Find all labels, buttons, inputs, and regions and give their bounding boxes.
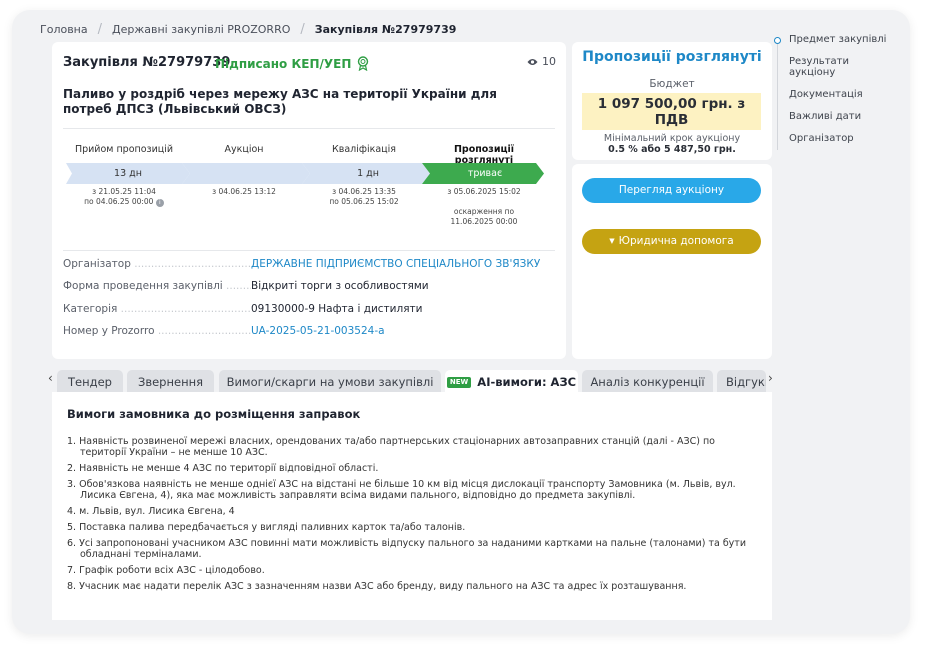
requirements-list: 1. Наявність розвиненої мережі власних, … xyxy=(67,436,757,597)
seal-icon xyxy=(358,56,369,71)
min-step-label: Мінімальний крок аукціону xyxy=(603,133,741,144)
breadcrumb-prozorro[interactable]: Державні закупівлі PROZORRO xyxy=(112,23,290,36)
stage-date: з 04.06.25 13:12 xyxy=(212,187,276,196)
info-label: Номер у Prozorro xyxy=(63,325,251,337)
list-item: 5. Поставка палива передбачається у вигл… xyxy=(67,522,466,533)
organizer-link[interactable]: ДЕРЖАВНЕ ПІДПРИЄМСТВО СПЕЦІАЛЬНОГО ЗВ'ЯЗ… xyxy=(251,258,540,270)
legal-help-button[interactable]: ▼ Юридична допомога xyxy=(582,229,761,254)
requirements-title: Вимоги замовника до розміщення заправок xyxy=(67,407,361,421)
list-item: 1. Наявність розвиненої мережі власних, … xyxy=(67,436,715,458)
stage-date-line: по 04.06.25 00:00 i xyxy=(64,197,184,207)
tender-title: Закупівля №27979739 xyxy=(63,55,231,70)
tender-subject: Паливо у роздріб через мережу АЗС на тер… xyxy=(63,87,497,116)
chevron-right-icon[interactable]: › xyxy=(768,371,773,385)
info-row-procedure: Форма проведення закупівлі Відкриті торг… xyxy=(63,277,543,295)
toc-item-documentation[interactable]: Документація xyxy=(789,89,889,100)
new-badge: NEW xyxy=(446,377,472,388)
list-item: 8. Учасник має надати перелік АЗС з зазн… xyxy=(67,581,687,592)
info-row-prozorro-id: Номер у Prozorro UA-2025-05-21-003524-a xyxy=(63,322,543,340)
tab-ai-requirements[interactable]: NEW AI-вимоги: АЗС xyxy=(445,370,578,392)
info-row-category: Категорія 09130000-9 Нафта і дистиляти xyxy=(63,300,543,318)
budget-label: Бюджет xyxy=(649,78,695,90)
signed-status: Підписано КЕП/УЕП xyxy=(215,56,369,71)
stage-duration: 1 дн xyxy=(357,168,379,179)
views-count: 10 xyxy=(542,55,556,68)
stage-duration xyxy=(186,163,310,184)
breadcrumb-separator: / xyxy=(97,22,103,37)
budget-card: Пропозиції розглянуті Бюджет 1 097 500,0… xyxy=(572,42,772,160)
breadcrumb-separator: / xyxy=(300,22,305,37)
list-item: 2. Наявність не менше 4 АЗС по території… xyxy=(67,463,379,474)
prozorro-id-link[interactable]: UA-2025-05-21-003524-a xyxy=(251,325,385,337)
toc-item-subject[interactable]: Предмет закупівлі xyxy=(789,34,889,45)
divider xyxy=(63,128,555,129)
tab-complaints[interactable]: Вимоги/скарги на умови закупівлі xyxy=(219,370,441,392)
tab-ai-requirements-label: AI-вимоги: АЗС xyxy=(477,375,577,389)
tab-competition-analysis[interactable]: Аналіз конкуренції xyxy=(582,370,713,392)
list-item: 3. Обов'язкова наявність не менше однієї… xyxy=(67,479,736,501)
divider xyxy=(63,250,555,251)
info-label: Організатор xyxy=(63,258,251,270)
eye-icon xyxy=(527,58,538,65)
requirements-panel: Вимоги замовника до розміщення заправок … xyxy=(52,392,772,620)
info-value: 09130000-9 Нафта і дистиляти xyxy=(251,303,423,315)
info-row-organizer: Організатор ДЕРЖАВНЕ ПІДПРИЄМСТВО СПЕЦІА… xyxy=(63,255,543,273)
breadcrumb: Головна / Державні закупівлі PROZORRO / … xyxy=(40,22,456,37)
info-label: Форма проведення закупівлі xyxy=(63,280,251,292)
stage-date: з 21.05.25 11:04 по 04.06.25 00:00 i xyxy=(64,187,184,207)
info-value: Відкриті торги з особливостями xyxy=(251,280,429,292)
chevron-left-icon[interactable]: ‹ xyxy=(48,371,53,385)
info-label: Категорія xyxy=(63,303,251,315)
breadcrumb-home[interactable]: Головна xyxy=(40,23,88,36)
toc-item-important-dates[interactable]: Важливі дати xyxy=(789,111,889,122)
views-counter: 10 xyxy=(527,55,556,68)
stage-date-line: з 21.05.25 11:04 xyxy=(92,187,156,196)
tab-bar: ‹ Тендер Звернення Вимоги/скарги на умов… xyxy=(46,368,776,392)
info-icon[interactable]: i xyxy=(155,199,164,207)
actions-card: Перегляд аукціону ▼ Юридична допомога xyxy=(572,164,772,359)
stage-date: з 04.06.25 13:35 по 05.06.25 15:02 xyxy=(329,187,399,206)
list-item: 4. м. Львів, вул. Лисика Євгена, 4 xyxy=(67,506,235,517)
breadcrumb-current: Закупівля №27979739 xyxy=(314,23,457,36)
tab-tender[interactable]: Тендер xyxy=(57,370,123,392)
stage-date: з 05.06.2025 15:02 оскарження по 11.06.2… xyxy=(447,187,521,226)
stage-duration-active: триває xyxy=(467,168,503,179)
tender-status: Пропозиції розглянуті xyxy=(582,49,762,65)
toc-line xyxy=(777,42,778,150)
legal-help-label: Юридична допомога xyxy=(618,235,734,247)
toc-active-dot xyxy=(774,37,781,44)
budget-value: 1 097 500,00 грн. з ПДВ xyxy=(582,93,761,130)
stage-duration: 13 дн xyxy=(114,168,142,179)
toc-item-organizer[interactable]: Організатор xyxy=(789,133,889,144)
view-auction-button[interactable]: Перегляд аукціону xyxy=(582,178,761,203)
min-step-value: 0.5 % або 5 487,50 грн. xyxy=(608,144,736,155)
tab-reviews[interactable]: Відгуки xyxy=(717,370,766,392)
toc-item-auction-results[interactable]: Результати аукціону xyxy=(789,56,889,78)
list-item: 6. Усі запропоновані учасником АЗС повин… xyxy=(67,538,747,560)
tender-card: Закупівля №27979739 Підписано КЕП/УЕП 10… xyxy=(52,42,566,359)
list-item: 7. Графік роботи всіх АЗС - цілодобово. xyxy=(67,565,265,576)
tab-appeals[interactable]: Звернення xyxy=(127,370,214,392)
signed-label: Підписано КЕП/УЕП xyxy=(215,56,352,71)
caret-down-icon: ▼ xyxy=(609,237,615,245)
stage-progress-bar: 13 дн 1 дн триває xyxy=(66,163,546,184)
